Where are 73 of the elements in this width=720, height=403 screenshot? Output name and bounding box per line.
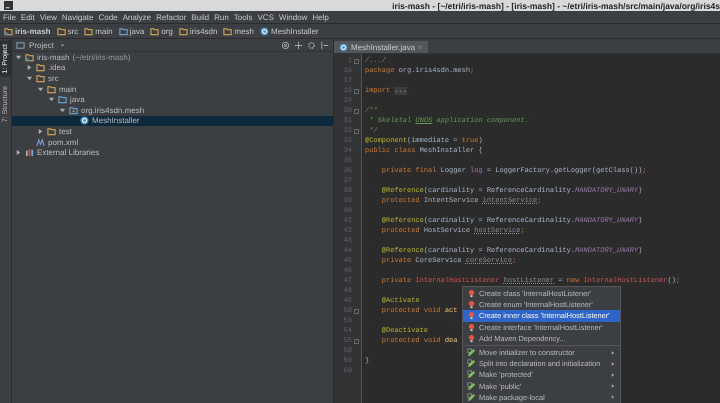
menu-item[interactable]: Analyze bbox=[122, 12, 152, 22]
menu-item[interactable]: Code bbox=[98, 12, 118, 22]
bulb-icon bbox=[467, 300, 476, 310]
tree-item[interactable]: iris-mash (~/etri/iris-mash) bbox=[12, 52, 333, 63]
fold-marker-icon[interactable] bbox=[354, 108, 359, 114]
fold-marker-icon[interactable] bbox=[354, 58, 359, 64]
folder-icon bbox=[47, 126, 56, 136]
bulb-icon bbox=[467, 311, 476, 320]
target-icon[interactable] bbox=[281, 40, 290, 50]
app-logo-icon bbox=[4, 1, 13, 10]
pencil-icon bbox=[467, 392, 476, 402]
collapse-arrow-icon[interactable] bbox=[15, 54, 22, 61]
window-title: iris-mash - [~/etri/iris-mash] - [iris-mash] - ~/etri/iris-mash/src/main/java/org/iris4s bbox=[391, 0, 720, 10]
tree-item[interactable]: .idea bbox=[12, 62, 333, 74]
pencil-icon bbox=[467, 348, 476, 358]
breadcrumb[interactable]: org bbox=[150, 26, 173, 36]
class-icon bbox=[260, 26, 269, 36]
menu-item[interactable]: Tools bbox=[234, 12, 252, 22]
breadcrumb[interactable]: src bbox=[56, 26, 78, 36]
folder-icon bbox=[223, 26, 232, 36]
tree-item[interactable]: External Libraries bbox=[12, 147, 333, 158]
pencil-icon bbox=[467, 382, 476, 391]
expand-arrow-icon[interactable] bbox=[15, 149, 22, 156]
expand-arrow-icon[interactable] bbox=[26, 64, 33, 72]
project-icon bbox=[16, 40, 25, 50]
folder-icon bbox=[84, 26, 94, 36]
bulb-icon bbox=[467, 289, 476, 298]
folder-icon bbox=[118, 26, 128, 36]
breadcrumb[interactable]: main bbox=[84, 26, 113, 36]
fold-marker-icon[interactable] bbox=[354, 128, 359, 134]
folder-icon bbox=[56, 26, 66, 36]
editor-tab[interactable]: MeshInstaller.java × bbox=[334, 41, 428, 53]
fold-marker-icon[interactable] bbox=[354, 308, 359, 314]
fold-marker-icon[interactable] bbox=[354, 338, 359, 344]
menu-item[interactable]: Refactor bbox=[156, 12, 186, 22]
library-icon bbox=[25, 148, 34, 158]
breadcrumb[interactable]: MeshInstaller bbox=[260, 26, 319, 36]
package-folder-icon bbox=[69, 106, 78, 115]
folder-icon bbox=[178, 26, 188, 36]
pencil-icon bbox=[467, 370, 476, 380]
menu-item[interactable]: VCS bbox=[257, 12, 274, 22]
tree-item[interactable]: src bbox=[12, 73, 333, 84]
class-icon bbox=[80, 116, 89, 126]
module-folder-icon bbox=[25, 52, 34, 62]
breadcrumb[interactable]: mesh bbox=[223, 26, 254, 36]
menu-item[interactable]: Build bbox=[191, 12, 210, 22]
menu-item[interactable]: View bbox=[40, 12, 57, 22]
menu-item[interactable]: Help bbox=[312, 12, 329, 22]
module-folder-icon bbox=[4, 26, 13, 36]
panel-title[interactable]: Project bbox=[29, 40, 54, 50]
tree-item[interactable]: pom.xml bbox=[12, 136, 333, 148]
menu-item[interactable]: Window bbox=[278, 12, 308, 22]
tree-item[interactable]: main bbox=[12, 84, 333, 94]
tree-item[interactable]: test bbox=[12, 126, 333, 137]
tree-item[interactable]: org.iris4sdn.mesh bbox=[12, 104, 333, 116]
tree-item[interactable]: MeshInstaller bbox=[12, 116, 333, 126]
breadcrumb[interactable]: iris4sdn bbox=[178, 26, 218, 36]
bulb-icon bbox=[467, 334, 476, 343]
menu-item[interactable]: File bbox=[3, 12, 16, 22]
breadcrumb[interactable]: iris-mash bbox=[4, 26, 51, 36]
folder-icon bbox=[150, 26, 160, 36]
menu-item[interactable]: Edit bbox=[20, 12, 35, 22]
expand-arrow-icon[interactable] bbox=[37, 128, 44, 135]
tree-item[interactable]: java bbox=[12, 94, 333, 105]
fold-marker-icon[interactable] bbox=[354, 88, 359, 94]
breadcrumb[interactable]: java bbox=[118, 26, 144, 36]
menu-item[interactable]: Run bbox=[214, 12, 229, 22]
pencil-icon bbox=[467, 359, 476, 368]
bulb-icon bbox=[467, 322, 476, 332]
gear-icon[interactable] bbox=[307, 40, 316, 50]
menu-item[interactable]: Navigate bbox=[62, 12, 94, 22]
maven-icon bbox=[36, 138, 45, 147]
class-icon bbox=[339, 42, 348, 52]
